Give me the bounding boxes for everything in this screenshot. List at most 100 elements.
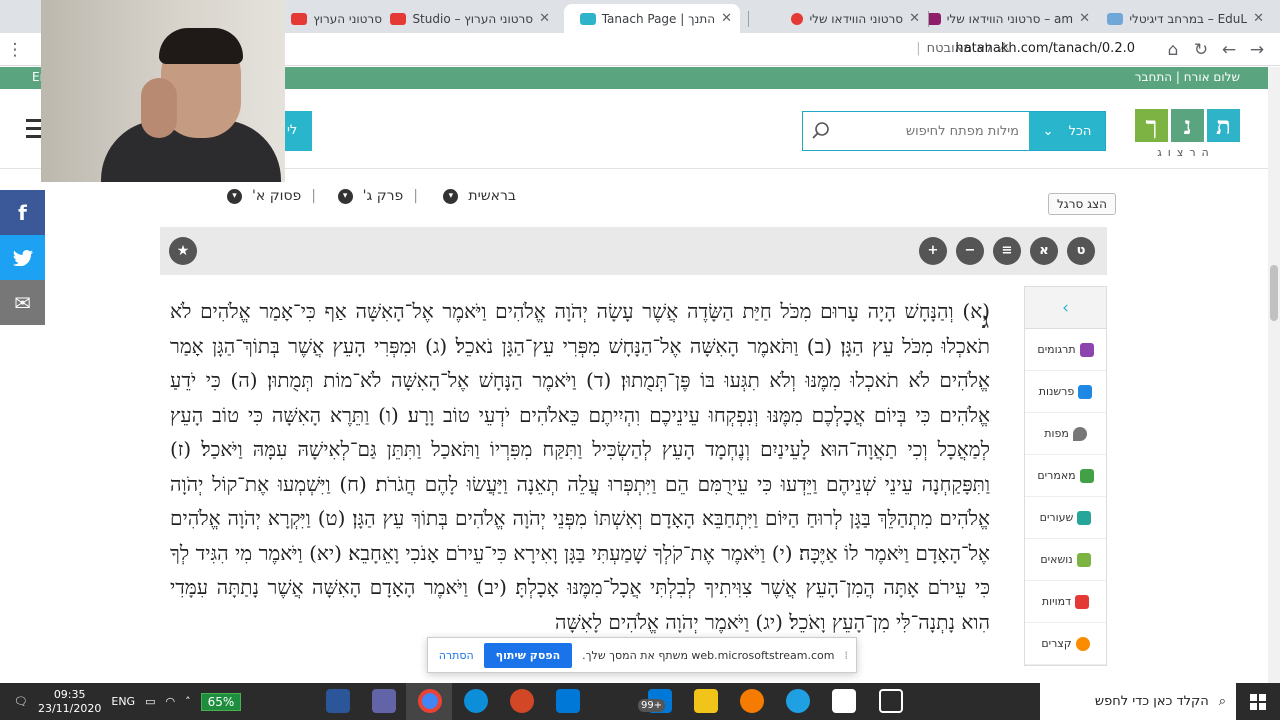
tab-studio[interactable]: ✕ סרטוני הערוץ – Studio: [390, 4, 558, 33]
logo-tile: ך: [1135, 109, 1168, 142]
search-input[interactable]: [839, 112, 1029, 150]
panel-item-topics[interactable]: נושאים: [1025, 539, 1106, 581]
share-message: web.microsoftstream.com משתף את המסך שלך…: [582, 648, 835, 662]
page-scrollbar[interactable]: [1268, 67, 1280, 683]
panel-item-shorts[interactable]: קצרים: [1025, 623, 1106, 665]
site-logo[interactable]: ת נ ך הרצוג: [1132, 109, 1240, 165]
edge-icon[interactable]: [464, 689, 488, 713]
language-indicator[interactable]: ENG: [111, 695, 135, 708]
email-icon[interactable]: ✉: [0, 280, 45, 325]
task-view-icon[interactable]: [879, 689, 903, 713]
zoom-in-icon[interactable]: +: [919, 237, 947, 265]
store-icon[interactable]: [832, 689, 856, 713]
panel-item-commentary[interactable]: פרשנות: [1025, 371, 1106, 413]
tab-title: סרטוני הווידאו שלי: [809, 11, 904, 26]
hide-banner-link[interactable]: הסתרה: [439, 649, 474, 662]
panel-item-articles[interactable]: מאמרים: [1025, 455, 1106, 497]
windows-start-icon[interactable]: [1236, 683, 1280, 720]
windows-taskbar: ⌕ הקלד כאן כדי לחפש 99+ 🗨 09:35 23/11/20…: [0, 683, 1280, 720]
logo-tile: ת: [1207, 109, 1240, 142]
nikud-toggle-icon[interactable]: א: [1030, 237, 1058, 265]
home-icon[interactable]: ⌂: [1162, 39, 1184, 61]
chevron-left-icon[interactable]: ‹: [1025, 287, 1106, 329]
twitter-icon[interactable]: [0, 235, 45, 280]
search-icon[interactable]: [803, 112, 839, 150]
panel-item-label: קצרים: [1041, 637, 1072, 650]
shorts-icon: [1075, 636, 1090, 651]
tab-favicon-icon: [291, 12, 308, 25]
scrollbar-thumb[interactable]: [1270, 265, 1278, 321]
mail-badge: 99+: [638, 699, 666, 712]
tab-title: סרטוני הערוץ: [313, 11, 382, 26]
gear-icon[interactable]: [740, 689, 764, 713]
address-bar[interactable]: hatanakh.com/tanach/0.2.0: [955, 41, 1135, 56]
chevron-down-icon: ▾: [227, 188, 243, 204]
chevron-down-icon: ▾: [443, 188, 459, 204]
tab-tanach-page[interactable]: ✕ התנך | Tanach Page: [564, 4, 740, 33]
panel-item-lessons[interactable]: שעורים: [1025, 497, 1106, 539]
close-tab-icon[interactable]: ✕: [1253, 11, 1264, 26]
login-button[interactable]: לי: [283, 111, 312, 151]
teamim-toggle-icon[interactable]: ט: [1067, 237, 1095, 265]
panel-item-characters[interactable]: דמויות: [1025, 581, 1106, 623]
show-toolbar-button[interactable]: הצג סרגל: [1047, 193, 1116, 215]
logo-tile: נ: [1171, 109, 1204, 142]
tab-my-videos[interactable]: ✕ סרטוני הווידאו שלי: [748, 4, 928, 33]
panel-item-label: דמויות: [1041, 595, 1072, 608]
close-tab-icon[interactable]: ✕: [909, 11, 920, 26]
forward-icon[interactable]: ←: [1218, 39, 1240, 61]
book-icon: [1078, 384, 1093, 399]
zoom-out-icon[interactable]: −: [956, 237, 984, 265]
tab-channel-videos[interactable]: סרטוני הערוץ: [280, 4, 390, 33]
logo-subtitle: הרצוג: [1157, 146, 1215, 159]
scripture-text[interactable]: (א) וְהַנָּחָשׁ הָיָה עָרוּם מִכֹּל חַיַ…: [170, 294, 990, 684]
panel-item-label: שעורים: [1039, 511, 1074, 524]
tab-favicon-icon: [1107, 12, 1124, 25]
book-selector[interactable]: בראשית ▾: [443, 188, 516, 204]
verse-selector[interactable]: | פסוק א' ▾: [227, 188, 316, 204]
monitor-icon[interactable]: [556, 689, 580, 713]
volume-icon[interactable]: ▭: [145, 695, 155, 708]
translations-icon: [1079, 342, 1094, 357]
folder-icon[interactable]: [694, 689, 718, 713]
battery-indicator[interactable]: 65%: [200, 692, 242, 711]
chapter-selector[interactable]: | פרק ג' ▾: [337, 188, 418, 204]
clock[interactable]: 09:35 23/11/2020: [38, 688, 101, 716]
ie-icon[interactable]: [786, 689, 810, 713]
divider: |: [916, 41, 921, 56]
drag-handle-icon[interactable]: ⁞: [845, 649, 849, 662]
tab-favicon-icon: [579, 12, 596, 25]
verse-label: פסוק א': [252, 188, 302, 204]
taskbar-search[interactable]: ⌕ הקלד כאן כדי לחפש: [1040, 683, 1236, 720]
reload-icon[interactable]: ↻: [1190, 39, 1212, 61]
wifi-icon[interactable]: ◠: [165, 695, 175, 708]
tab-edul[interactable]: ✕ EduL – במרחב דיגיטלי: [1104, 4, 1272, 33]
favorite-star-icon[interactable]: ★: [169, 237, 197, 265]
search-scope-select[interactable]: הכל ⌄: [1029, 112, 1105, 150]
tab-my-videos-am[interactable]: ✕ am – סרטוני הווידאו שלי: [928, 4, 1098, 33]
taskbar-search-placeholder: הקלד כאן כדי לחפש: [1094, 694, 1209, 709]
panel-item-label: מפות: [1044, 427, 1069, 440]
panel-item-label: פרשנות: [1038, 385, 1075, 398]
chrome-icon[interactable]: [418, 689, 442, 713]
menu-dots-icon[interactable]: ⋮: [4, 39, 26, 61]
notifications-icon[interactable]: 🗨: [14, 695, 28, 708]
login-greeting[interactable]: שלום אורח | התחבר: [1135, 70, 1240, 84]
back-icon[interactable]: →: [1246, 39, 1268, 61]
close-tab-icon[interactable]: ✕: [539, 11, 550, 26]
powerpoint-icon[interactable]: [510, 689, 534, 713]
panel-item-label: מאמרים: [1037, 469, 1076, 482]
stop-sharing-button[interactable]: הפסק שיתוף: [483, 642, 573, 668]
chevron-up-icon[interactable]: ˄: [185, 695, 191, 708]
close-tab-icon[interactable]: ✕: [1079, 11, 1090, 26]
close-tab-icon[interactable]: ✕: [721, 11, 732, 26]
article-icon: [1079, 468, 1094, 483]
word-icon[interactable]: [326, 689, 350, 713]
teams-icon[interactable]: [372, 689, 396, 713]
panel-item-maps[interactable]: מפות: [1025, 413, 1106, 455]
text-layout-icon[interactable]: ≡: [993, 237, 1021, 265]
facebook-icon[interactable]: f: [0, 190, 45, 235]
chapter-label: פרק ג': [362, 188, 404, 204]
panel-item-translations[interactable]: תרגומים: [1025, 329, 1106, 371]
people-icon: [1075, 594, 1090, 609]
